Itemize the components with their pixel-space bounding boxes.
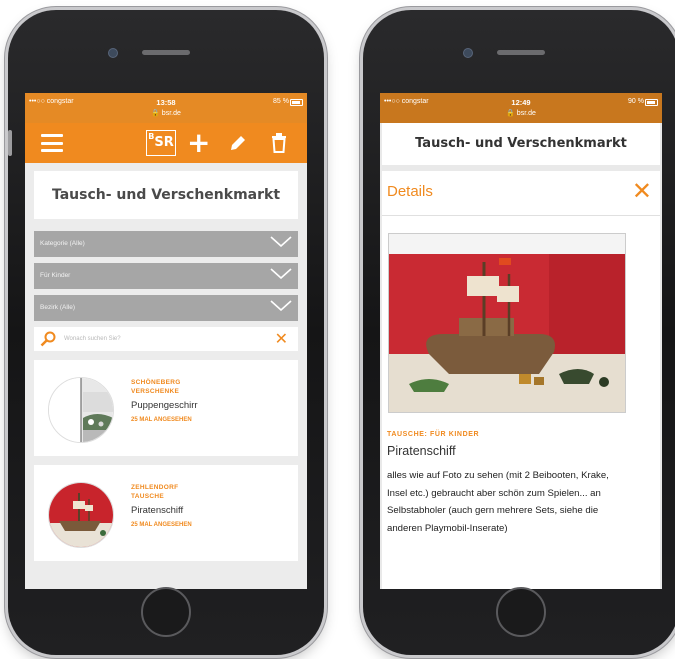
page-title: Tausch- und Verschenkmarkt [382, 123, 660, 165]
earpiece-speaker [497, 50, 545, 55]
screen: •••○○ congstar 13:58 🔒 bsr.de 85 % BSR +… [25, 93, 307, 589]
earpiece-speaker [142, 50, 190, 55]
trash-icon[interactable] [271, 133, 287, 153]
phone-left: •••○○ congstar 13:58 🔒 bsr.de 85 % BSR +… [8, 10, 324, 655]
status-bar: •••○○ congstar 13:58 🔒 bsr.de 85 % [25, 93, 307, 123]
details-panel: Details ✕ TAUSCHE: FÜR KINDER Piratensch… [382, 171, 660, 589]
listing-type: TAUSCHE [131, 493, 165, 500]
listing-location: SCHÖNEBERG [131, 379, 181, 386]
screen: •••○○ congstar 12:49 🔒 bsr.de 90 % Tausc… [380, 93, 662, 589]
home-button[interactable] [496, 587, 546, 637]
close-icon[interactable]: ✕ [632, 177, 652, 205]
status-bar: •••○○ congstar 12:49 🔒 bsr.de 90 % [380, 93, 662, 123]
page-title: Tausch- und Verschenkmarkt [34, 171, 298, 219]
filter-target-group[interactable]: Für Kinder [34, 263, 298, 289]
front-camera [463, 48, 473, 58]
menu-icon[interactable] [41, 134, 63, 152]
clear-search-icon[interactable]: ✕ [275, 329, 288, 348]
phone-right: •••○○ congstar 12:49 🔒 bsr.de 90 % Tausc… [363, 10, 675, 655]
listing-location: ZEHLENDORF [131, 484, 179, 491]
clock: 13:58 [156, 98, 176, 107]
search-icon [40, 331, 56, 347]
item-category: TAUSCHE: FÜR KINDER [387, 431, 480, 438]
search-bar[interactable]: Wonach suchen Sie? ✕ [34, 327, 298, 351]
listing-thumbnail [48, 482, 114, 548]
listing-title: Puppengeschirr [131, 400, 198, 411]
item-description: alles wie auf Foto zu sehen (mit 2 Beibo… [387, 470, 609, 534]
app-toolbar: BSR + [25, 123, 307, 163]
listing-type: VERSCHENKE [131, 388, 180, 395]
battery-icon [645, 99, 658, 106]
url-label: 🔒 bsr.de [151, 110, 181, 117]
filter-category[interactable]: Kategorie (Alle) [34, 231, 298, 257]
item-title: Piratenschiff [387, 444, 456, 458]
filter-district[interactable]: Bezirk (Alle) [34, 295, 298, 321]
chevron-down-icon [270, 300, 292, 311]
logo-letter-r: R [163, 135, 174, 150]
clock: 12:49 [511, 98, 531, 107]
listing-views: 25 MAL ANGESEHEN [131, 417, 192, 423]
battery-percent: 85 % [273, 98, 289, 105]
details-label: Details [387, 183, 433, 200]
listing-title: Piratenschiff [131, 505, 184, 516]
chevron-down-icon [270, 236, 292, 247]
listing-thumbnail [48, 377, 114, 443]
home-button[interactable] [141, 587, 191, 637]
url-text: bsr.de [516, 110, 536, 117]
mute-switch [8, 130, 12, 156]
details-header: Details ✕ [382, 171, 660, 216]
battery-icon [290, 99, 303, 106]
logo-letter-s: S [154, 135, 164, 150]
filter-target-group-label: Für Kinder [40, 272, 71, 279]
add-icon[interactable]: + [187, 126, 210, 159]
filter-category-label: Kategorie (Alle) [40, 240, 85, 247]
bsr-logo[interactable]: BSR [146, 130, 176, 156]
listing-views: 25 MAL ANGESEHEN [131, 522, 192, 528]
search-placeholder: Wonach suchen Sie? [64, 336, 121, 342]
front-camera [108, 48, 118, 58]
list-item[interactable]: SCHÖNEBERG VERSCHENKE Puppengeschirr 25 … [34, 360, 298, 456]
listing-info: SCHÖNEBERG VERSCHENKE Puppengeschirr 25 … [131, 378, 198, 423]
chevron-down-icon [270, 268, 292, 279]
filter-district-label: Bezirk (Alle) [40, 304, 76, 311]
list-item[interactable]: ZEHLENDORF TAUSCHE Piratenschiff 25 MAL … [34, 465, 298, 561]
url-text: bsr.de [161, 110, 181, 117]
url-label: 🔒 bsr.de [506, 110, 536, 117]
edit-icon[interactable] [228, 133, 248, 153]
battery-percent: 90 % [628, 98, 644, 105]
listing-info: ZEHLENDORF TAUSCHE Piratenschiff 25 MAL … [131, 483, 192, 528]
item-photo [388, 233, 626, 413]
